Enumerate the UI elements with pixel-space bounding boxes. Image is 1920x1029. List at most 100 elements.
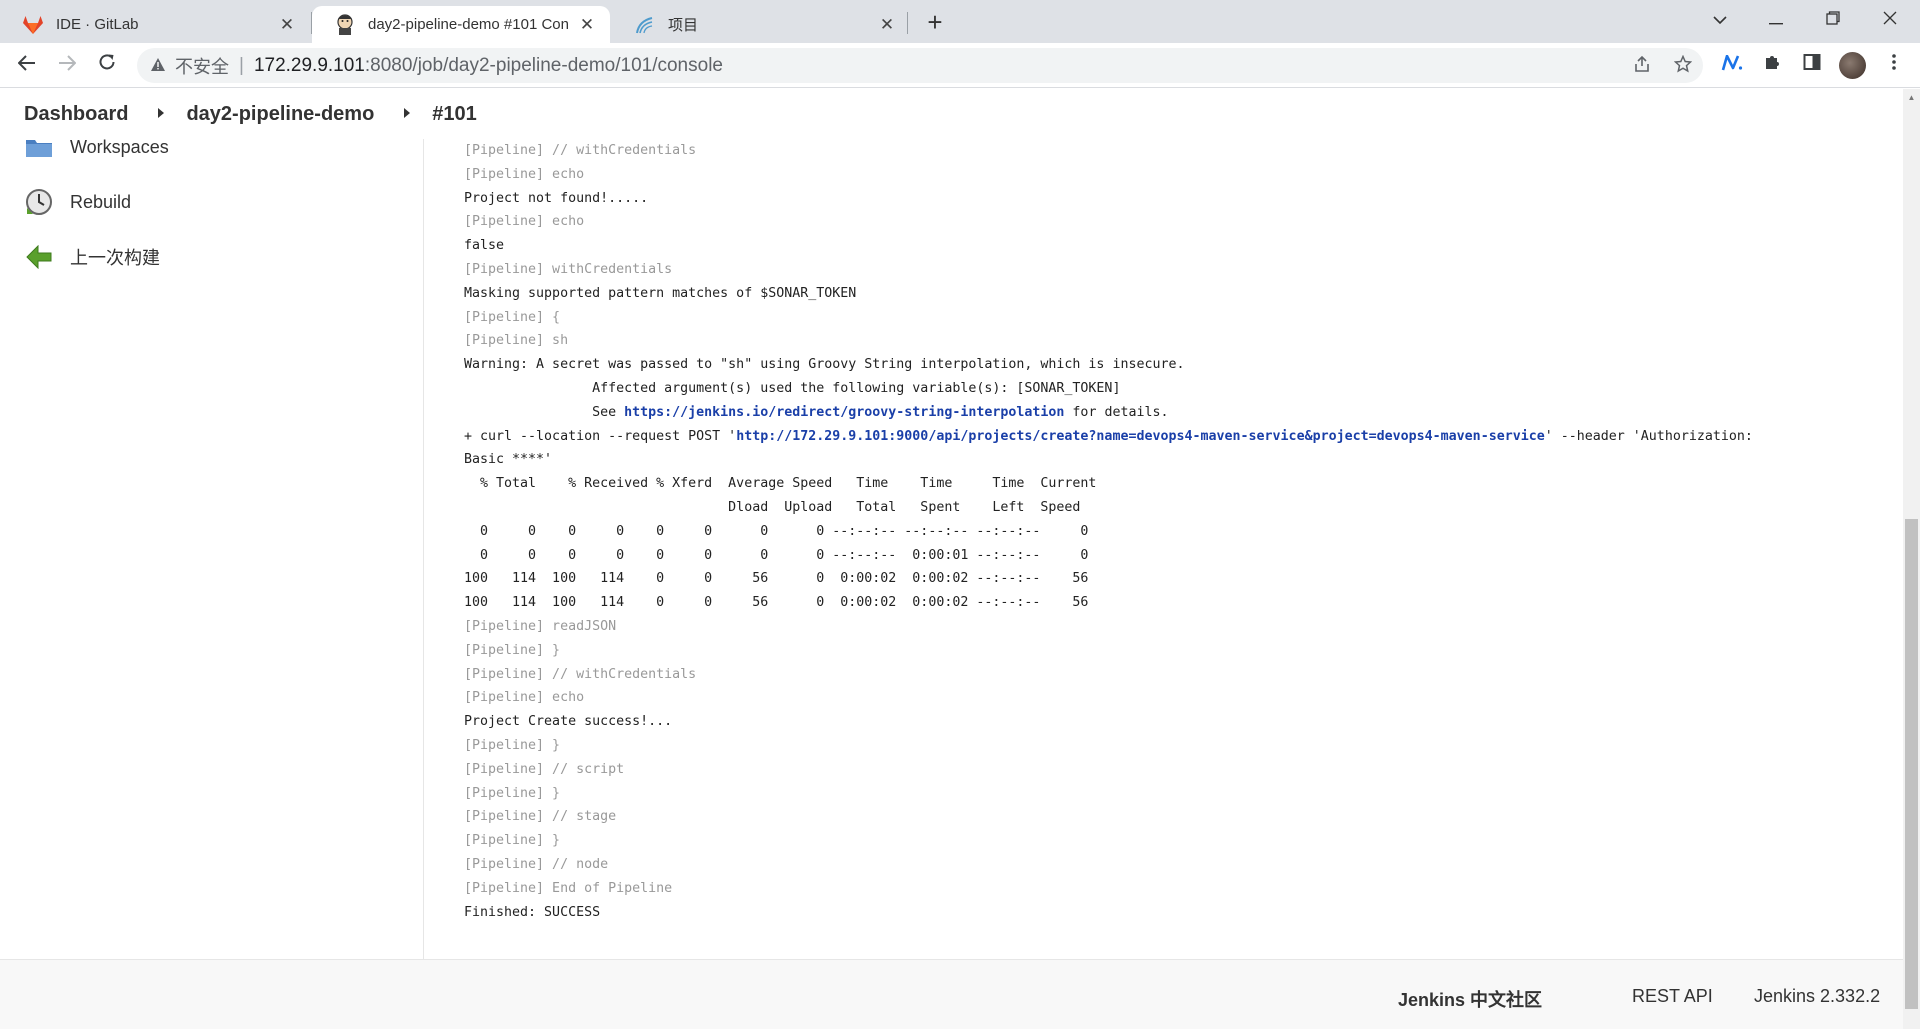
console-line: [Pipeline] echo [464,210,1904,234]
close-window-icon[interactable] [1870,0,1910,40]
sidebar-item-workspaces[interactable]: Workspaces [24,131,169,163]
pipeline-step-text: [Pipeline] // withCredentials [464,666,697,682]
sidebar-item-label: Workspaces [70,136,169,157]
more-vertical-icon[interactable] [1880,51,1908,79]
pipeline-step-text: [Pipeline] // script [464,761,625,777]
tab-title: IDE · GitLab [56,16,139,33]
gitlab-icon [22,14,44,36]
pipeline-step-text: [Pipeline] // stage [464,809,617,825]
folder-icon [24,132,54,162]
console-line: Finished: SUCCESS [464,901,1904,925]
footer-version-link[interactable]: Jenkins 2.332.2 [1754,986,1880,1007]
console-text: 100 114 100 114 0 0 56 0 0:00:02 0:00:02… [464,595,1089,611]
close-icon[interactable]: ✕ [876,14,898,36]
close-icon[interactable]: ✕ [576,14,598,36]
tab-search-chevron-icon[interactable] [1700,0,1740,40]
console-text: Affected argument(s) used the following … [464,380,1121,396]
url-separator: | [239,54,244,76]
reload-icon[interactable] [92,50,122,80]
tab-gitlab[interactable]: IDE · GitLab ✕ [0,6,310,43]
sidebar-item-label: Rebuild [70,191,132,212]
sidebar-item-rebuild[interactable]: Rebuild [24,186,131,218]
sidebar-item-previous-build[interactable]: 上一次构建 [24,241,160,273]
console-line: Affected argument(s) used the following … [464,377,1904,401]
scroll-up-arrow-icon[interactable]: ▲ [1903,89,1920,106]
back-arrow-icon[interactable] [12,50,42,80]
pipeline-step-text: [Pipeline] End of Pipeline [464,880,673,896]
console-line: [Pipeline] { [464,306,1904,330]
console-text: 0 0 0 0 0 0 0 0 --:--:-- 0:00:01 --:--:-… [464,547,1089,563]
console-line: [Pipeline] End of Pipeline [464,877,1904,901]
console-line: [Pipeline] // withCredentials [464,139,1904,163]
console-line: Project Create success!... [464,710,1904,734]
console-line: Basic ****' [464,448,1904,472]
url-host: 172.29.9.101 [253,54,365,76]
rebuild-clock-icon [24,187,54,217]
tab-title: day2-pipeline-demo #101 Con [368,16,569,33]
pipeline-step-text: [Pipeline] // withCredentials [464,143,697,158]
console-output: [Pipeline] // withCredentials [Pipeline] … [464,139,1904,924]
console-line: 100 114 100 114 0 0 56 0 0:00:02 0:00:02… [464,567,1904,591]
console-line: [Pipeline] } [464,734,1904,758]
scrollbar-thumb[interactable] [1905,519,1918,1009]
breadcrumb-job[interactable]: day2-pipeline-demo [186,103,374,126]
breadcrumb: Dashboard day2-pipeline-demo #101 [0,89,1903,139]
console-text: % Total % Received % Xferd Average Speed… [464,476,1097,492]
console-line: [Pipeline] // script [464,758,1904,782]
sonarqube-icon [634,14,656,36]
tab-title: 项目 [668,17,699,34]
pipeline-step-text: [Pipeline] } [464,785,561,801]
console-line: false [464,234,1904,258]
jenkins-icon [334,13,356,36]
side-panel-icon[interactable] [1798,51,1826,79]
arrow-left-icon [24,242,54,272]
minimize-icon[interactable] [1756,0,1796,40]
console-text: Dload Upload Total Spent Left Speed [464,499,1081,515]
chevron-right-icon[interactable] [158,107,165,121]
console-link[interactable]: http://172.29.9.101:9000/api/projects/cr… [736,429,1545,444]
chevron-right-icon[interactable] [404,107,411,121]
page-scrollbar[interactable]: ▲ [1903,89,1920,1029]
console-text: See [464,404,625,420]
console-line: Dload Upload Total Spent Left Speed [464,496,1904,520]
forward-arrow-icon[interactable] [52,50,82,80]
pipeline-step-text: [Pipeline] } [464,642,561,658]
console-line: [Pipeline] } [464,829,1904,853]
new-tab-button[interactable]: + [920,8,950,38]
profile-avatar[interactable] [1839,52,1866,79]
console-line: [Pipeline] readJSON [464,615,1904,639]
console-line: 100 114 100 114 0 0 56 0 0:00:02 0:00:02… [464,591,1904,615]
console-line: [Pipeline] sh [464,329,1904,353]
footer-rest-api-link[interactable]: REST API [1632,986,1713,1007]
console-line: [Pipeline] // withCredentials [464,663,1904,687]
console-line: [Pipeline] } [464,639,1904,663]
breadcrumb-dashboard[interactable]: Dashboard [24,103,128,126]
console-line: Masking supported pattern matches of $SO… [464,282,1904,306]
warning-triangle-icon [151,57,171,74]
console-line: [Pipeline] echo [464,686,1904,710]
bookmark-star-icon[interactable] [1670,54,1696,77]
console-text: 0 0 0 0 0 0 0 0 --:--:-- --:--:-- --:--:… [464,523,1089,539]
address-bar[interactable]: 不安全 | 172.29.9.101 :8080/job/day2-pipeli… [137,48,1703,83]
restore-icon[interactable] [1813,0,1853,40]
puzzle-extensions-icon[interactable] [1758,51,1786,79]
console-text: false [464,238,505,254]
console-line: [Pipeline] withCredentials [464,258,1904,282]
tab-sonarqube-projects[interactable]: 项目 ✕ [612,6,910,43]
footer-community-link[interactable]: Jenkins 中文社区 [1398,986,1542,1012]
page-footer: Jenkins 中文社区 REST API Jenkins 2.332.2 [0,959,1903,1029]
console-line: Warning: A secret was passed to "sh" usi… [464,353,1904,377]
insecure-label[interactable]: 不安全 [175,53,229,79]
extension-n-icon[interactable] [1718,51,1746,79]
breadcrumb-build[interactable]: #101 [432,103,477,126]
console-link[interactable]: https://jenkins.io/redirect/groovy-strin… [624,405,1064,420]
console-text: Basic ****' [464,452,553,468]
tab-divider [907,12,908,34]
browser-toolbar: 不安全 | 172.29.9.101 :8080/job/day2-pipeli… [0,43,1920,88]
tab-jenkins-console[interactable]: day2-pipeline-demo #101 Con ✕ [312,6,610,43]
sidebar-item-label: 上一次构建 [70,248,160,268]
share-icon[interactable] [1629,55,1655,77]
console-text: Warning: A secret was passed to "sh" usi… [464,357,1185,373]
console-text: ' --header 'Authorization: [1544,428,1753,444]
close-icon[interactable]: ✕ [276,14,298,36]
